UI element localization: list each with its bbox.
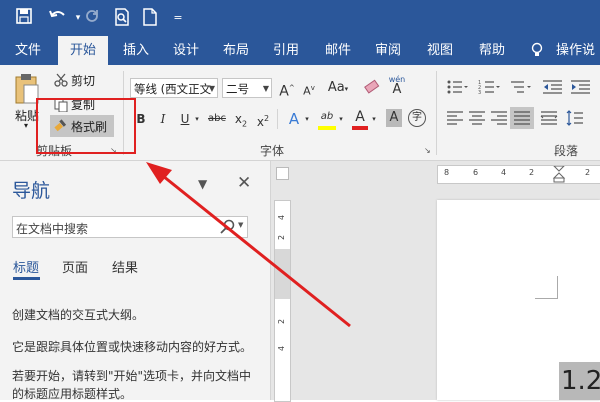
annotation-arrow-icon — [146, 162, 351, 328]
